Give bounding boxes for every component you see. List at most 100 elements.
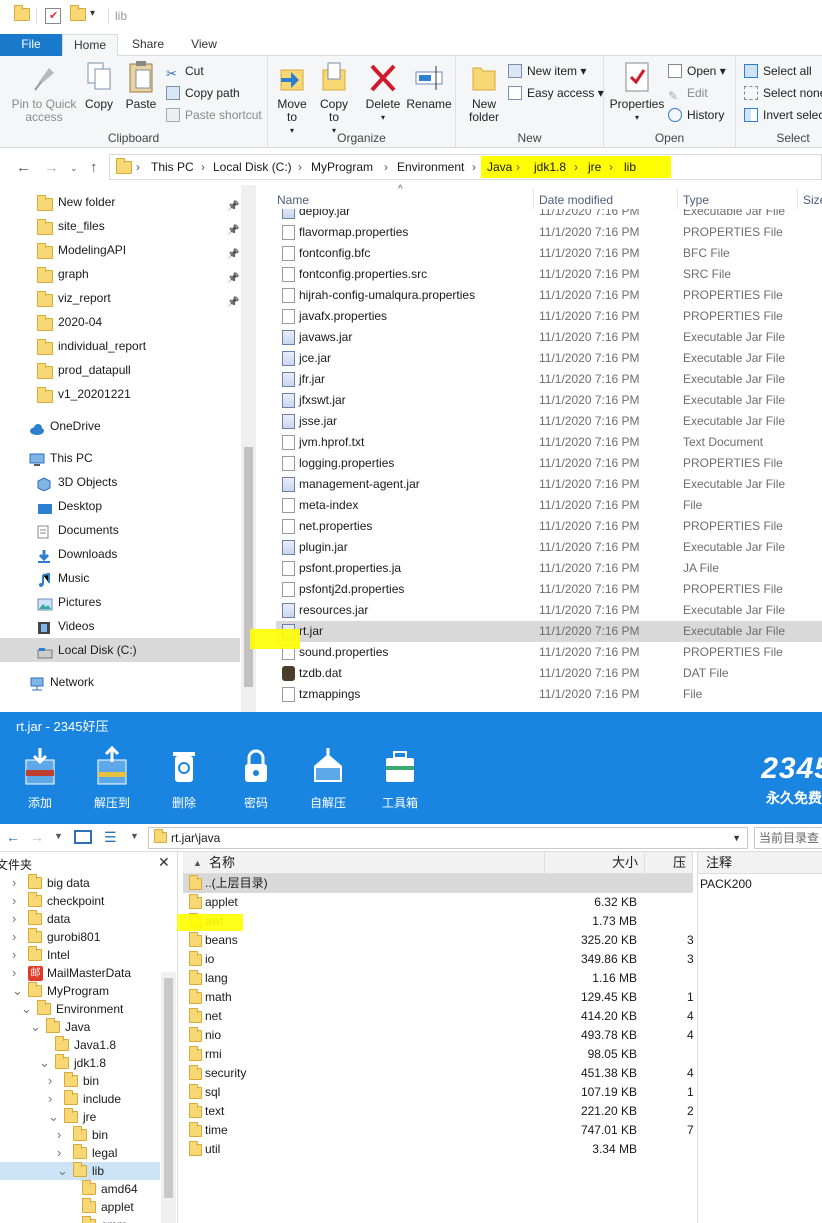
nav-item-quick-access[interactable]: ModelingAPI 📌	[0, 238, 240, 262]
archive-row[interactable]: text 221.20 KB 2	[183, 1102, 694, 1121]
nav-item-onedrive[interactable]: OneDrive	[0, 414, 240, 438]
archive-row[interactable]: io 349.86 KB 3	[183, 950, 694, 969]
tree-node[interactable]: › big data	[0, 874, 160, 892]
file-row[interactable]: meta-index 11/1/2020 7:16 PM File	[276, 495, 822, 516]
delete-button[interactable]: Delete ▾	[364, 60, 402, 124]
nav-item-quick-access[interactable]: individual_report	[0, 334, 240, 358]
tree-node[interactable]: › bin	[0, 1126, 160, 1144]
chevron-down-icon[interactable]: ⌄	[30, 1018, 41, 1036]
file-row[interactable]: logging.properties 11/1/2020 7:16 PM PROPE…	[276, 453, 822, 474]
chevron-right-icon[interactable]: ›	[57, 1126, 67, 1144]
chevron-down-icon[interactable]: ⌄	[39, 1054, 50, 1072]
nav-item-pc[interactable]: Desktop	[0, 494, 240, 518]
delete-button-zip[interactable]: 删除	[154, 746, 214, 811]
self-extract-button[interactable]: 自解压	[298, 746, 358, 811]
column-name[interactable]: Name	[277, 193, 309, 207]
nav-item-pc[interactable]: Pictures	[0, 590, 240, 614]
chevron-right-icon[interactable]: ›	[12, 874, 22, 892]
easy-access-button[interactable]: Easy access ▾	[508, 84, 604, 102]
chevron-right-icon[interactable]: ›	[12, 910, 22, 928]
column-type[interactable]: Type	[683, 193, 709, 207]
tree-node[interactable]: ⌄ lib	[0, 1162, 160, 1180]
breadcrumb[interactable]: › This PC › Local Disk (C:) › MyProgram …	[109, 154, 822, 180]
extract-to-button[interactable]: 解压到	[82, 745, 142, 811]
column-compressed-zip[interactable]: 压缩	[645, 852, 693, 874]
copy-button[interactable]: Copy	[82, 60, 116, 111]
tree-scrollbar[interactable]	[161, 972, 176, 1223]
nav-item-network[interactable]: Network	[0, 670, 240, 694]
file-row[interactable]: psfontj2d.properties 11/1/2020 7:16 PM PRO…	[276, 579, 822, 600]
select-all-button[interactable]: Select all	[744, 62, 812, 80]
file-row[interactable]: jfxswt.jar 11/1/2020 7:16 PM Executable Ja…	[276, 390, 822, 411]
new-folder-button[interactable]: New folder	[462, 60, 506, 124]
tree-node[interactable]: › Intel	[0, 946, 160, 964]
new-folder-icon[interactable]	[70, 5, 86, 24]
file-row[interactable]: resources.jar 11/1/2020 7:16 PM Executable…	[276, 600, 822, 621]
tree-node[interactable]: Java1.8	[0, 1036, 160, 1054]
up-arrow-icon[interactable]: ↑	[90, 159, 98, 176]
tree-node[interactable]: › 邮 MailMasterData	[0, 964, 160, 982]
tree-node[interactable]: › bin	[0, 1072, 160, 1090]
nav-item-pc[interactable]: Music	[0, 566, 240, 590]
tree-node[interactable]: › include	[0, 1090, 160, 1108]
tree-node[interactable]: ⌄ jre	[0, 1108, 160, 1126]
archive-row[interactable]: net 414.20 KB 4	[183, 1007, 694, 1026]
chevron-down-icon[interactable]: ⌄	[21, 1000, 32, 1018]
archive-row[interactable]: ..(上层目录)	[183, 874, 693, 893]
pin-quick-access-button[interactable]: Pin to Quick access	[8, 60, 80, 124]
nav-item-pc[interactable]: 3D Objects	[0, 470, 240, 494]
password-button[interactable]: 密码	[226, 746, 286, 811]
chevron-right-icon[interactable]: ›	[48, 1090, 58, 1108]
archive-row[interactable]: applet 6.32 KB	[183, 893, 693, 912]
nav-item-pc[interactable]: Downloads	[0, 542, 240, 566]
column-size[interactable]: Size	[803, 193, 822, 207]
column-size-zip[interactable]: 大小	[545, 852, 645, 874]
nav-item-quick-access[interactable]: 2020-04	[0, 310, 240, 334]
file-row[interactable]: javaws.jar 11/1/2020 7:16 PM Executable Ja…	[276, 327, 822, 348]
tree-node[interactable]: › gurobi801	[0, 928, 160, 946]
file-row[interactable]: rt.jar 11/1/2020 7:16 PM Executable Jar Fi…	[276, 621, 822, 642]
properties-button[interactable]: Properties ▾	[608, 60, 666, 124]
file-row[interactable]: flavormap.properties 11/1/2020 7:16 PM PRO…	[276, 222, 822, 243]
file-row[interactable]: fontconfig.properties.src 11/1/2020 7:16 …	[276, 264, 822, 285]
crumb-local-disk[interactable]: Local Disk (C:)	[213, 160, 292, 174]
file-row[interactable]: net.properties 11/1/2020 7:16 PM PROPERTIE…	[276, 516, 822, 537]
nav-item-quick-access[interactable]: viz_report 📌	[0, 286, 240, 310]
new-item-button[interactable]: New item ▾	[508, 62, 586, 80]
nav-scrollbar-thumb[interactable]	[244, 447, 253, 687]
archive-row[interactable]: util 3.34 MB	[183, 1140, 693, 1159]
forward-arrow-icon[interactable]: →	[44, 159, 59, 176]
file-row[interactable]: jsse.jar 11/1/2020 7:16 PM Executable Jar …	[276, 411, 822, 432]
view-dropdown-icon[interactable]: ▼	[130, 831, 139, 841]
file-row[interactable]: jce.jar 11/1/2020 7:16 PM Executable Jar F…	[276, 348, 822, 369]
nav-item-quick-access[interactable]: v1_20201221	[0, 382, 240, 406]
archive-row[interactable]: beans 325.20 KB 3	[183, 931, 694, 950]
chevron-down-icon[interactable]: ⌄	[57, 1162, 68, 1180]
crumb-environment[interactable]: Environment	[397, 160, 464, 174]
up-folder-icon[interactable]	[74, 830, 92, 844]
back-arrow-icon[interactable]: ←	[6, 829, 20, 845]
paste-shortcut-button[interactable]: Paste shortcut	[166, 106, 262, 124]
copy-path-button[interactable]: Copy path	[166, 84, 240, 102]
dropdown-arrow-icon[interactable]: ▼	[54, 831, 63, 841]
tab-file[interactable]: File	[0, 34, 62, 56]
path-dropdown-icon[interactable]: ▼	[732, 833, 741, 843]
crumb-java[interactable]: Java	[487, 160, 512, 174]
cut-button[interactable]: ✂ Cut	[166, 62, 204, 81]
archive-path-input[interactable]: rt.jar\java ▼	[148, 827, 748, 849]
archive-row[interactable]: security 451.38 KB 4	[183, 1064, 694, 1083]
tree-node[interactable]: ⌄ MyProgram	[0, 982, 160, 1000]
tree-node[interactable]: ⌄ Environment	[0, 1000, 160, 1018]
tree-node[interactable]: amd64	[0, 1180, 160, 1198]
archive-row[interactable]: math 129.45 KB 1	[183, 988, 694, 1007]
crumb-jre[interactable]: jre	[588, 160, 601, 174]
tree-node[interactable]: ⌄ jdk1.8	[0, 1054, 160, 1072]
invert-selection-button[interactable]: Invert selection	[744, 106, 822, 124]
file-row[interactable]: deploy.jar 11/1/2020 7:16 PM Executable Ja…	[276, 209, 822, 222]
chevron-down-icon[interactable]: ⌄	[48, 1108, 59, 1126]
file-row[interactable]: javafx.properties 11/1/2020 7:16 PM PROPER…	[276, 306, 822, 327]
tree-node[interactable]: › data	[0, 910, 160, 928]
nav-item-quick-access[interactable]: site_files 📌	[0, 214, 240, 238]
crumb-this-pc[interactable]: This PC	[151, 160, 194, 174]
crumb-lib[interactable]: lib	[624, 160, 636, 174]
